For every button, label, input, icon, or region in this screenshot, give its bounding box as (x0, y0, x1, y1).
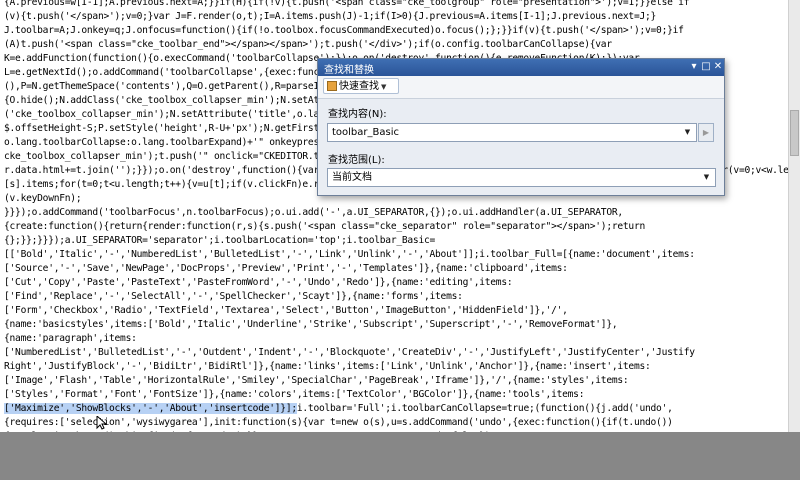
close-icon[interactable]: ✕ (712, 61, 724, 73)
code-line[interactable]: ['Maximize','ShowBlocks','-','About','in… (4, 402, 788, 416)
quick-find-button[interactable]: 快速查找 ▼ (323, 78, 399, 94)
code-line[interactable]: {name:'paragraph',items: (4, 332, 788, 346)
code-text: i.toolbar='Full';i.toolbarCanCollapse=tr… (296, 403, 673, 414)
dialog-toolbar: 快速查找 ▼ (318, 76, 724, 99)
find-go-button[interactable]: ▶ (698, 123, 714, 142)
dialog-title: 查找和替换 (324, 65, 374, 76)
code-line[interactable]: {requires:['selection','wysiwygarea'],in… (4, 416, 788, 430)
code-line[interactable]: Right','JustifyBlock','-','BidiLtr','Bid… (4, 360, 788, 374)
find-icon (327, 81, 337, 91)
look-in-combobox[interactable]: 当前文档 ▼ (327, 168, 716, 187)
dropdown-icon[interactable]: ▾ (688, 61, 700, 73)
chevron-down-icon[interactable]: ▼ (700, 170, 713, 185)
code-line[interactable]: ['Image','Flash','Table','HorizontalRule… (4, 374, 788, 388)
code-line[interactable]: (v){t.push('</span>');v=0;}var J=F.rende… (4, 10, 788, 24)
arrow-right-icon: ▶ (702, 128, 710, 137)
find-what-combobox[interactable]: toolbar_Basic ▼ (327, 123, 697, 142)
look-in-value[interactable]: 当前文档 (332, 172, 372, 183)
code-line[interactable]: ['Styles','Format','Font','FontSize']},{… (4, 388, 788, 402)
background-band (0, 432, 800, 480)
code-line[interactable]: {name:'basicstyles',items:['Bold','Itali… (4, 318, 788, 332)
code-line[interactable]: }}});o.addCommand('toolbarFocus',n.toolb… (4, 206, 788, 220)
find-what-label: 查找内容(N): (328, 109, 387, 120)
code-line[interactable]: (A)t.push('<span class="cke_toolbar_end"… (4, 38, 788, 52)
vertical-scrollbar[interactable] (788, 0, 800, 432)
chevron-down-icon[interactable]: ▼ (681, 125, 694, 140)
code-line[interactable]: ['NumberedList','BulletedList','-','Outd… (4, 346, 788, 360)
maximize-icon[interactable]: □ (700, 61, 712, 73)
find-what-value[interactable]: toolbar_Basic (332, 127, 399, 138)
find-replace-dialog: 查找和替换 ▾ □ ✕ 快速查找 ▼ 查找内容(N): toolbar_Basic… (317, 58, 725, 196)
code-line[interactable]: ['Cut','Copy','Paste','PasteText','Paste… (4, 276, 788, 290)
code-line[interactable]: ['Find','Replace','-','SelectAll','-','S… (4, 290, 788, 304)
code-line[interactable]: {};}};}}});a.UI_SEPARATOR='separator';i.… (4, 234, 788, 248)
selected-text[interactable]: ['Maximize','ShowBlocks','-','About','in… (4, 403, 297, 414)
dialog-titlebar[interactable]: 查找和替换 ▾ □ ✕ (318, 59, 724, 76)
code-line[interactable]: {create:function(){return{render:functio… (4, 220, 788, 234)
look-in-label: 查找范围(L): (328, 155, 385, 166)
code-line[interactable]: ['Form','Checkbox','Radio','TextField','… (4, 304, 788, 318)
mouse-cursor-icon (96, 416, 106, 430)
code-line[interactable]: ['Source','-','Save','NewPage','DocProps… (4, 262, 788, 276)
code-line[interactable]: {A.previous=w[I-1];A.previous.next=A;}}i… (4, 0, 788, 10)
scrollbar-thumb[interactable] (790, 110, 799, 156)
code-line[interactable]: [['Bold','Italic','-','NumberedList','Bu… (4, 248, 788, 262)
quick-find-label: 快速查找 (339, 81, 379, 92)
chevron-down-icon: ▼ (381, 83, 387, 91)
code-line[interactable]: J.toolbar=A;J.onkey=q;J.onfocus=function… (4, 24, 788, 38)
